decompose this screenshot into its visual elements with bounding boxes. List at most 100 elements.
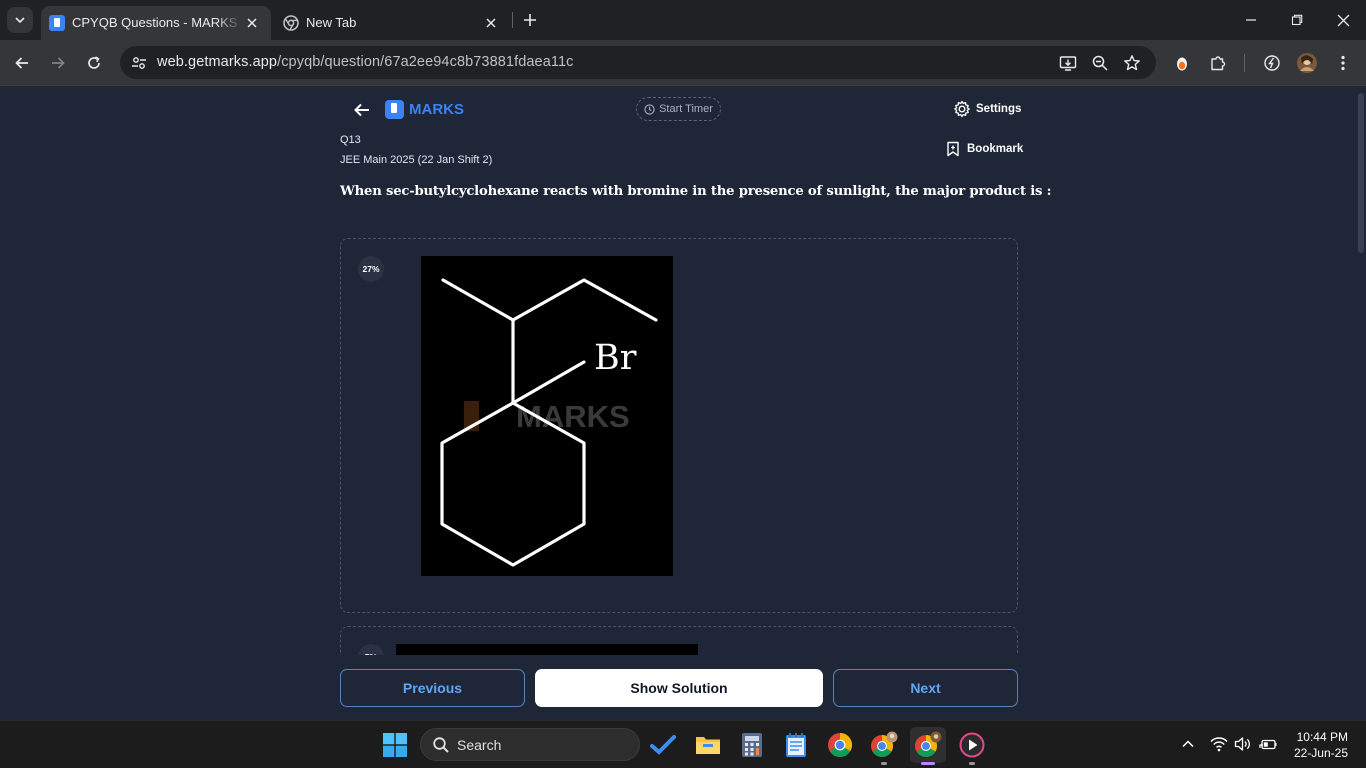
battery-icon[interactable] [1257, 733, 1279, 755]
scrollbar-thumb[interactable] [1358, 93, 1364, 253]
option-structure-image: ▮ MARKS Br [421, 256, 673, 576]
clock-date: 22-Jun-25 [1293, 746, 1348, 760]
marks-logo-icon [385, 100, 404, 119]
start-timer-button[interactable]: Start Timer [636, 97, 721, 121]
back-button[interactable] [8, 49, 36, 77]
site-settings-icon[interactable] [128, 52, 150, 74]
chrome-active-button[interactable] [910, 727, 946, 765]
chemical-structure-drawing: ▮ MARKS Br [440, 278, 658, 567]
running-indicator [969, 762, 975, 765]
chevron-up-icon[interactable] [1177, 733, 1199, 755]
chrome-profile-button[interactable] [866, 727, 902, 765]
folder-icon [695, 734, 721, 756]
minimize-button[interactable] [1228, 0, 1274, 40]
question-navigation-bar: Previous Show Solution Next [0, 655, 1356, 720]
calculator-icon [742, 733, 762, 757]
url-domain: web.getmarks.app [157, 54, 278, 70]
close-icon[interactable] [245, 16, 259, 30]
browser-toolbar: web.getmarks.app/cpyqb/question/67a2ee94… [0, 40, 1366, 86]
file-explorer-button[interactable] [690, 727, 726, 763]
url-path: /cpyqb/question/67a2ee94c8b73881fdaea11c [277, 54, 574, 70]
question-text: When sec-butylcyclohexane reacts with br… [340, 184, 1052, 199]
forward-button[interactable] [44, 49, 72, 77]
profile-avatar-icon[interactable] [1293, 49, 1321, 77]
tab-search-button[interactable] [7, 7, 33, 33]
kebab-menu-icon[interactable] [1329, 49, 1357, 77]
reload-icon [86, 55, 102, 71]
arrow-left-icon[interactable] [352, 100, 372, 120]
chrome-icon [827, 732, 853, 758]
option-card[interactable]: 27% ▮ MARKS Br [340, 238, 1018, 613]
question-source: JEE Main 2025 (22 Jan Shift 2) [340, 154, 493, 166]
calculator-button[interactable] [734, 727, 770, 763]
wifi-icon[interactable] [1208, 733, 1230, 755]
todo-app-button[interactable] [645, 727, 681, 763]
restore-icon [1291, 14, 1303, 26]
taskbar-clock[interactable]: 10:44 PM 22-Jun-25 [1286, 729, 1348, 761]
next-button[interactable]: Next [833, 669, 1018, 707]
running-indicator [921, 762, 935, 765]
minimize-icon [1245, 14, 1257, 26]
close-window-button[interactable] [1320, 0, 1366, 40]
close-icon [1337, 14, 1350, 27]
close-icon[interactable] [484, 16, 498, 30]
gear-icon [953, 100, 971, 118]
page-content: MARKS Start Timer Settings Q13 JEE Main … [0, 87, 1356, 720]
bookmark-button[interactable]: Bookmark [946, 141, 1023, 157]
clock-time: 10:44 PM [1296, 730, 1348, 744]
bromine-label: Br [594, 338, 637, 378]
media-player-button[interactable] [954, 727, 990, 765]
arrow-left-icon [14, 55, 30, 71]
settings-label: Settings [976, 103, 1022, 115]
tab-new-tab[interactable]: New Tab [275, 6, 510, 40]
search-icon [432, 736, 450, 754]
notepad-button[interactable] [778, 727, 814, 763]
restore-button[interactable] [1274, 0, 1320, 40]
performance-icon[interactable] [1258, 49, 1286, 77]
toolbar-divider [1244, 54, 1245, 72]
tab-marks-app[interactable]: CPYQB Questions - MARKS App [41, 6, 271, 40]
windows-start-icon[interactable] [383, 733, 407, 757]
chrome-icon [283, 15, 299, 31]
previous-button[interactable]: Previous [340, 669, 525, 707]
marks-logo[interactable]: MARKS [385, 100, 464, 119]
tab-title: CPYQB Questions - MARKS App [72, 15, 242, 30]
bookmark-label: Bookmark [967, 143, 1024, 155]
page-scrollbar[interactable] [1356, 87, 1366, 720]
show-solution-button[interactable]: Show Solution [535, 669, 823, 707]
volume-icon[interactable] [1232, 733, 1254, 755]
install-app-icon[interactable] [1057, 52, 1079, 74]
bookmark-icon [946, 141, 960, 157]
url-text[interactable]: web.getmarks.app/cpyqb/question/67a2ee94… [157, 54, 573, 70]
running-indicator [881, 762, 887, 765]
taskbar-search-box[interactable]: Search [420, 728, 640, 761]
chrome-profile-icon [914, 731, 942, 759]
play-circle-icon [959, 732, 985, 758]
chrome-profile-icon [870, 731, 898, 759]
chrome-button[interactable] [822, 727, 858, 763]
search-label: Search [457, 737, 502, 753]
tab-title: New Tab [306, 15, 357, 30]
address-bar[interactable]: web.getmarks.app/cpyqb/question/67a2ee94… [120, 46, 1156, 79]
browser-tab-strip: CPYQB Questions - MARKS App New Tab [0, 0, 1366, 40]
clock-icon [644, 103, 655, 115]
extensions-puzzle-icon[interactable] [1204, 49, 1232, 77]
logo-text: MARKS [409, 101, 464, 118]
reload-button[interactable] [80, 49, 108, 77]
notepad-icon [786, 733, 806, 757]
settings-button[interactable]: Settings [953, 100, 1021, 118]
windows-taskbar: Search 10:44 PM 22-Jun-25 [0, 720, 1366, 768]
plus-icon[interactable] [521, 11, 539, 29]
watermark-text: MARKS [516, 399, 630, 434]
zoom-icon[interactable] [1089, 52, 1111, 74]
tab-divider [512, 12, 513, 28]
question-number: Q13 [340, 134, 361, 146]
marks-favicon-icon [49, 15, 65, 31]
chevron-down-icon [14, 14, 26, 26]
checkmark-icon [650, 732, 676, 758]
arrow-right-icon [50, 55, 66, 71]
star-icon[interactable] [1121, 52, 1143, 74]
extension-fox-icon[interactable] [1168, 49, 1196, 77]
option-percent-badge: 27% [358, 256, 384, 282]
start-timer-label: Start Timer [659, 103, 713, 115]
